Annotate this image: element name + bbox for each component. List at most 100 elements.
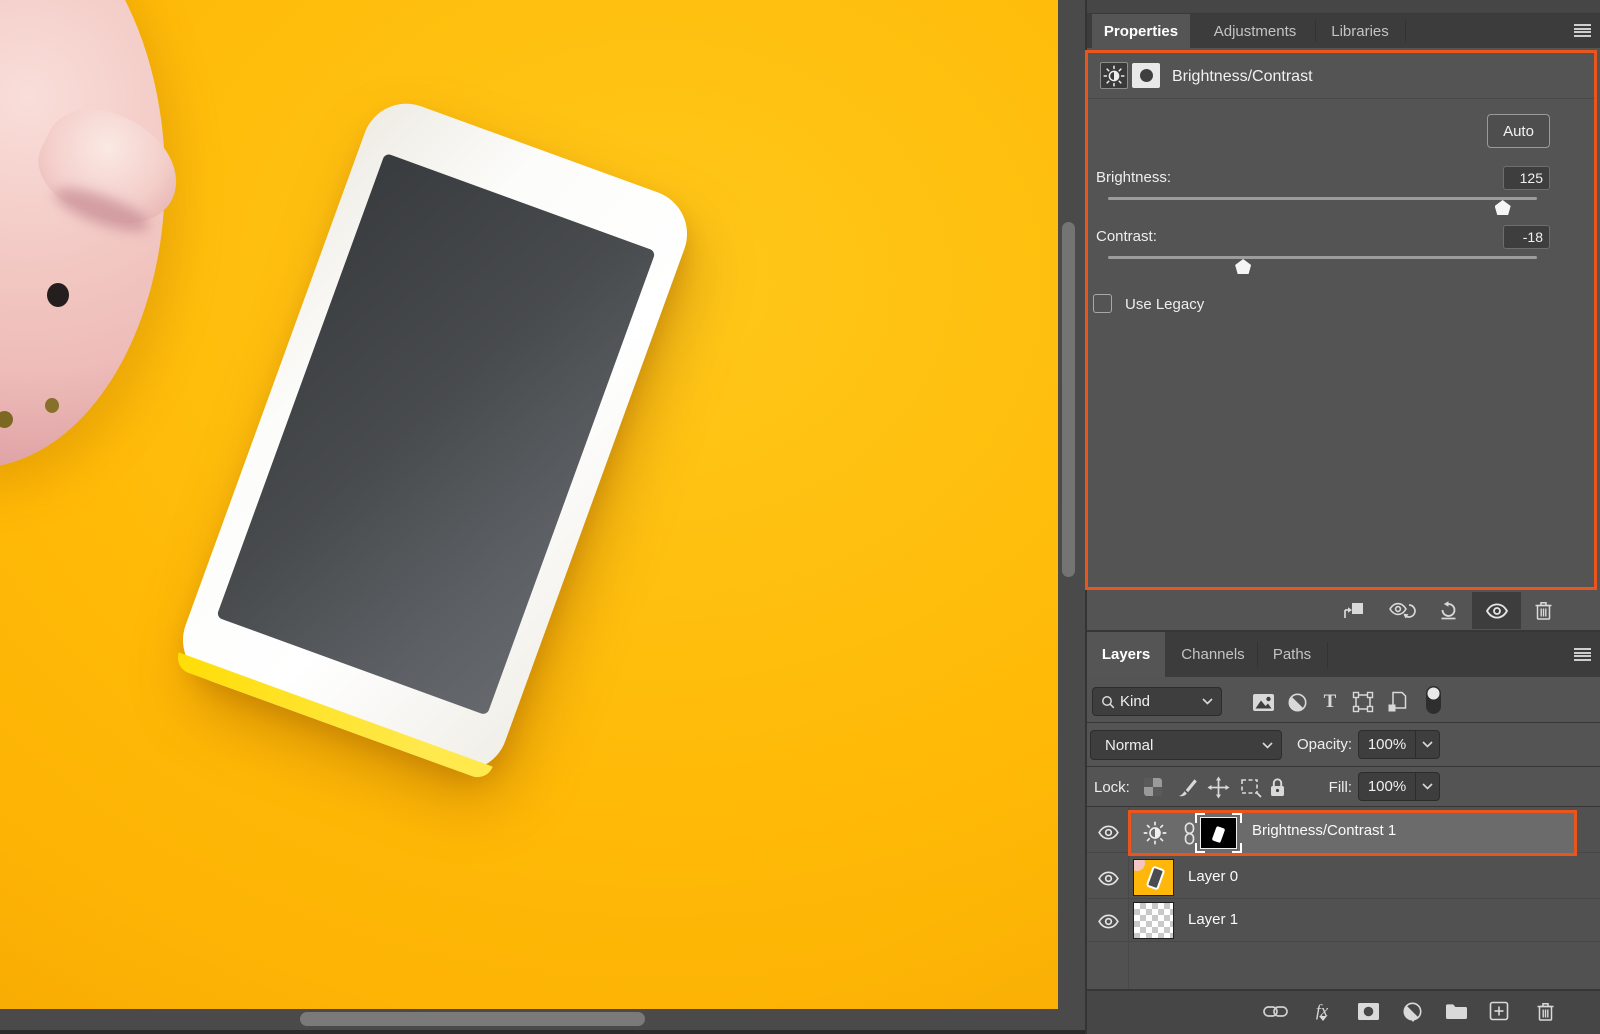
layer-mask-thumbnail[interactable]: [1195, 813, 1242, 853]
tab-adjustments-label: Adjustments: [1214, 23, 1297, 40]
smartphone-photo: [171, 91, 700, 782]
layers-tab-bar: Layers Channels Paths: [1087, 632, 1600, 677]
tab-paths[interactable]: Paths: [1261, 632, 1323, 677]
kind-filter-label: Kind: [1120, 693, 1150, 710]
layers-list: Brightness/Contrast 1 Layer 0: [1087, 807, 1600, 989]
kind-filter-dropdown[interactable]: Kind: [1092, 687, 1222, 716]
tab-libraries[interactable]: Libraries: [1319, 14, 1401, 48]
tab-layers[interactable]: Layers: [1087, 632, 1165, 677]
chevron-down-icon: [1202, 698, 1213, 705]
tab-separator: [1405, 20, 1406, 42]
layer-name[interactable]: Layer 1: [1188, 911, 1238, 928]
tab-properties[interactable]: Properties: [1092, 14, 1190, 48]
tab-separator: [1327, 642, 1328, 668]
opacity-field[interactable]: 100%: [1358, 730, 1440, 759]
fill-value: 100%: [1359, 778, 1415, 795]
chevron-down-icon: [1262, 742, 1273, 749]
canvas-document[interactable]: [0, 0, 1058, 1009]
lock-label: Lock:: [1094, 779, 1130, 796]
piggy-bank-body: [0, 0, 165, 468]
pixel-layer-filter-icon[interactable]: [1249, 688, 1277, 716]
tab-separator: [1257, 642, 1258, 668]
canvas-vertical-scroll-gutter: [1058, 0, 1085, 1030]
layer-visibility-eye-icon[interactable]: [1094, 820, 1122, 844]
opacity-stepper[interactable]: [1415, 731, 1439, 758]
search-icon: [1101, 695, 1115, 709]
row-divider: [1087, 722, 1600, 723]
lock-artboard-icon[interactable]: [1237, 774, 1263, 800]
layer-row-layer1[interactable]: Layer 1: [1087, 899, 1600, 942]
contrast-slider-thumb[interactable]: [1235, 259, 1251, 274]
vertical-scrollbar[interactable]: [1062, 222, 1075, 577]
type-layer-filter-icon[interactable]: T: [1316, 688, 1344, 716]
layer-visibility-eye-icon[interactable]: [1094, 909, 1122, 933]
brightness-label: Brightness:: [1096, 169, 1171, 186]
add-mask-icon[interactable]: [1347, 991, 1389, 1031]
tab-adjustments[interactable]: Adjustments: [1199, 14, 1311, 48]
fill-label: Fill:: [1280, 779, 1352, 796]
properties-tab-bar: Properties Adjustments Libraries: [1087, 14, 1600, 48]
panel-column: Properties Adjustments Libraries: [1087, 0, 1600, 1034]
layer-name[interactable]: Layer 0: [1188, 868, 1238, 885]
reset-icon[interactable]: [1428, 592, 1468, 629]
brightness-slider-track[interactable]: [1108, 197, 1537, 200]
properties-panel-menu-icon[interactable]: [1574, 24, 1591, 37]
visibility-icon[interactable]: [1477, 592, 1517, 629]
blend-mode-value: Normal: [1105, 737, 1153, 754]
layer-visibility-eye-icon[interactable]: [1094, 866, 1122, 890]
layers-panel-menu-icon[interactable]: [1574, 648, 1591, 661]
tab-libraries-label: Libraries: [1331, 23, 1389, 40]
layers-footer-bar: fx: [1087, 991, 1600, 1034]
layer-name[interactable]: Brightness/Contrast 1: [1252, 822, 1396, 839]
adjustment-layer-filter-icon[interactable]: [1283, 688, 1311, 716]
filter-toggle-icon[interactable]: [1419, 686, 1447, 714]
layer-thumbnail[interactable]: [1133, 902, 1174, 939]
clip-to-layer-icon[interactable]: [1333, 592, 1373, 629]
brightness-slider-thumb[interactable]: [1495, 200, 1511, 215]
row-divider: [1087, 766, 1600, 767]
opacity-value: 100%: [1359, 736, 1415, 753]
lock-position-icon[interactable]: [1205, 774, 1231, 800]
shape-layer-filter-icon[interactable]: [1349, 688, 1377, 716]
horizontal-scrollbar[interactable]: [300, 1012, 645, 1026]
smartphone-screen: [216, 153, 656, 716]
tab-properties-label: Properties: [1104, 23, 1178, 40]
auto-button[interactable]: Auto: [1487, 114, 1550, 148]
photoshop-window: Properties Adjustments Libraries: [0, 0, 1600, 1034]
lock-transparency-icon[interactable]: [1140, 774, 1166, 800]
blend-mode-dropdown[interactable]: Normal: [1090, 730, 1282, 760]
lock-pixels-icon[interactable]: [1175, 774, 1201, 800]
tab-layers-label: Layers: [1102, 646, 1150, 663]
adjustment-layer-icon: [1142, 820, 1168, 846]
piggy-bank-spot: [45, 398, 59, 413]
canvas-horizontal-scroll-gutter: [0, 1009, 1058, 1030]
tab-separator: [1315, 20, 1316, 42]
panel-top-strip: [1087, 0, 1600, 14]
layer-row-brightness-contrast[interactable]: Brightness/Contrast 1: [1087, 810, 1600, 853]
layer-row-layer0[interactable]: Layer 0: [1087, 856, 1600, 899]
adjustment-title: Brightness/Contrast: [1172, 68, 1313, 86]
piggy-bank-eye: [47, 283, 69, 307]
toggle-previous-state-icon[interactable]: [1382, 592, 1422, 629]
tab-channels[interactable]: Channels: [1173, 632, 1253, 677]
smart-object-filter-icon[interactable]: [1383, 688, 1411, 716]
tab-paths-label: Paths: [1273, 646, 1311, 663]
contrast-slider-track[interactable]: [1108, 256, 1537, 259]
new-group-icon[interactable]: [1435, 991, 1477, 1031]
link-layers-icon[interactable]: [1254, 991, 1296, 1031]
contrast-value-field[interactable]: -18: [1503, 225, 1550, 249]
layer-thumbnail[interactable]: [1133, 859, 1174, 896]
fill-field[interactable]: 100%: [1358, 772, 1440, 801]
layer-styles-icon[interactable]: fx: [1301, 991, 1343, 1031]
brightness-value-field[interactable]: 125: [1503, 166, 1550, 190]
delete-icon[interactable]: [1523, 592, 1563, 629]
brightness-contrast-icon: [1100, 62, 1128, 89]
new-layer-icon[interactable]: [1478, 991, 1520, 1031]
delete-layer-icon[interactable]: [1524, 991, 1566, 1031]
mask-thumbnail-icon[interactable]: [1132, 63, 1160, 88]
new-adjustment-layer-icon[interactable]: [1391, 991, 1433, 1031]
fill-stepper[interactable]: [1415, 773, 1439, 800]
use-legacy-checkbox[interactable]: [1093, 294, 1112, 313]
window-bottom-edge: [0, 1030, 1087, 1034]
use-legacy-label: Use Legacy: [1125, 296, 1204, 313]
